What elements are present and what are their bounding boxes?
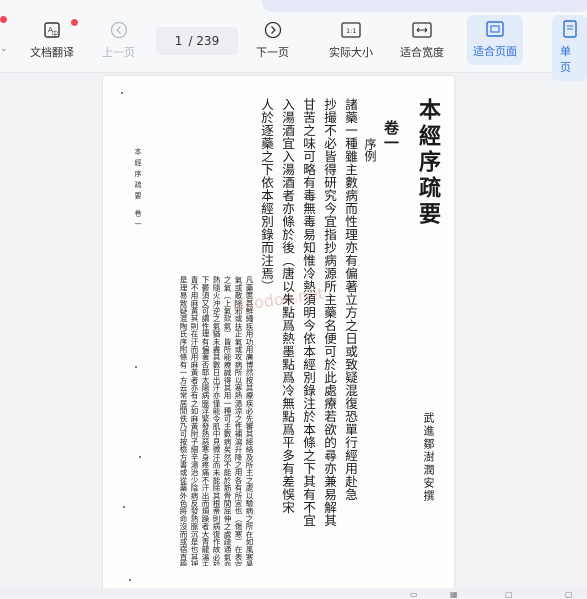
prev-page-label: 上一页 [102,46,135,59]
fullscreen-icon[interactable]: ▢ [565,590,573,599]
actual-size-label: 实际大小 [329,46,373,59]
svg-text:中: 中 [52,30,58,38]
next-page-button[interactable]: 下一页 [256,20,289,60]
actual-size-button[interactable]: 1:1 实际大小 [329,20,373,60]
scan-speck [135,366,137,368]
main-text-column: 人於逐藥之下依本經別錄而注焉） [259,98,274,293]
book-title: 本經序疏要 [415,98,441,228]
author-line: 武進鄒澍潤安撰 [422,412,435,503]
main-text-column: 入湯酒宜入湯酒者亦條於後（唐以朱點爲熱墨點爲冷無點爲平多有差悞宋 [280,98,295,514]
actual-size-icon: 1:1 [341,20,361,40]
document-page: 本經序疏要 卷一 序例 武進鄒澍潤安撰 諸藥一種雖主數病而性理亦有偏著立方之日或… [103,76,454,590]
main-text-column: 諸藥一種雖主數病而性理亦有偏著立方之日或致疑混復恐單行經用赴急 [343,98,358,501]
doc-translate-button[interactable]: A中 文档翻译 [30,20,74,60]
main-text-column: 甘苦之味可略有毒無毒易知惟冷熱須明今依本經別錄注於本條之下其有不宜 [301,98,316,527]
volume-label: 卷一 [382,120,400,150]
doc-translate-label: 文档翻译 [30,46,74,59]
page-number-input[interactable]: 1 / 239 [156,27,238,55]
margin-label: 本經序疏要 卷一 [134,148,142,232]
notification-dot [0,16,7,23]
single-page-button[interactable]: 单页 [552,15,587,81]
scan-speck [139,456,141,458]
scan-speck [123,506,125,508]
commentary-column: 責不用麻黃其則在汗而用麻黃者亦有之如麻黃附子細辛湯治少陰病反發熱脈沉是也其理在於… [190,276,199,566]
page-view-icon[interactable]: ▢ [505,590,513,599]
single-page-icon [560,19,580,39]
chevron-down-icon[interactable]: ⌄ [0,44,8,54]
commentary-column: 熱隨火沖逆之氣猶未盡其數日出汗亦僅能令肌中見微汗而未能除其根蒂則病復作故必於橫中… [212,276,221,566]
commentary-column: 下鬱須又可謂性理有偏著否耶太陽病脈浮緊發熱惡寒身疼痛不汗出而煩躁者大青龍湯主之是… [201,276,210,566]
preface-heading: 序例 [363,138,377,162]
scan-speck [129,579,131,581]
thumbnail-icon[interactable]: ▭ [410,590,418,599]
page-current[interactable]: 1 [175,34,183,48]
notification-dot [71,19,78,26]
fit-width-icon [412,20,432,40]
arrow-right-circle-icon [263,20,283,40]
svg-text:1:1: 1:1 [346,27,356,35]
status-bar [0,588,587,597]
page-total: / 239 [188,34,220,48]
fit-page-button[interactable]: 适合页面 [467,15,523,65]
fit-width-label: 适合宽度 [400,46,444,59]
fit-width-button[interactable]: 适合宽度 [400,20,444,60]
commentary-column: 氣或散除邪或扶正氣或攻病所以寒熱溫涼之性補瀉升降之用各有所宜也（傷寒）在表宜發汗… [234,276,243,566]
grid-view-icon[interactable]: ▦ [450,590,458,599]
top-tab-pill [262,0,587,12]
next-page-label: 下一页 [256,46,289,59]
single-page-label: 单页 [560,45,571,74]
commentary-column: 凡藥篋甚鮮繩疾用功用廣博然按其療疾必先審其經絡及所主之處以驗病之所在如風寒暑濕之… [245,276,254,566]
arrow-left-circle-icon [109,20,129,40]
commentary-column: 之氣（上氣欬氣）皆所能療誠得其用一種可主數病矣然不能於筋骨間屈伸之處疏通氣血使之… [223,276,232,566]
translate-icon: A中 [42,20,62,40]
toolbar: ⌄ A中 文档翻译 上一页 1 / 239 下一页 1:1 实际大小 适合宽度 [0,0,587,81]
fit-page-label: 适合页面 [473,45,517,58]
commentary-column: 是理易致疑混陶氏序附條有一方云常居閒佚乃可按檢方書或從藥外色將命沒而或宿直檢閱急… [179,276,188,566]
scan-speck [121,92,123,94]
prev-page-button[interactable]: 上一页 [102,20,135,60]
main-text-column: 抄撮不必皆得研究今宜指抄病源所主藥名便可於此處療若欲的尋亦兼易解其 [322,98,337,527]
fit-page-icon [485,19,505,39]
